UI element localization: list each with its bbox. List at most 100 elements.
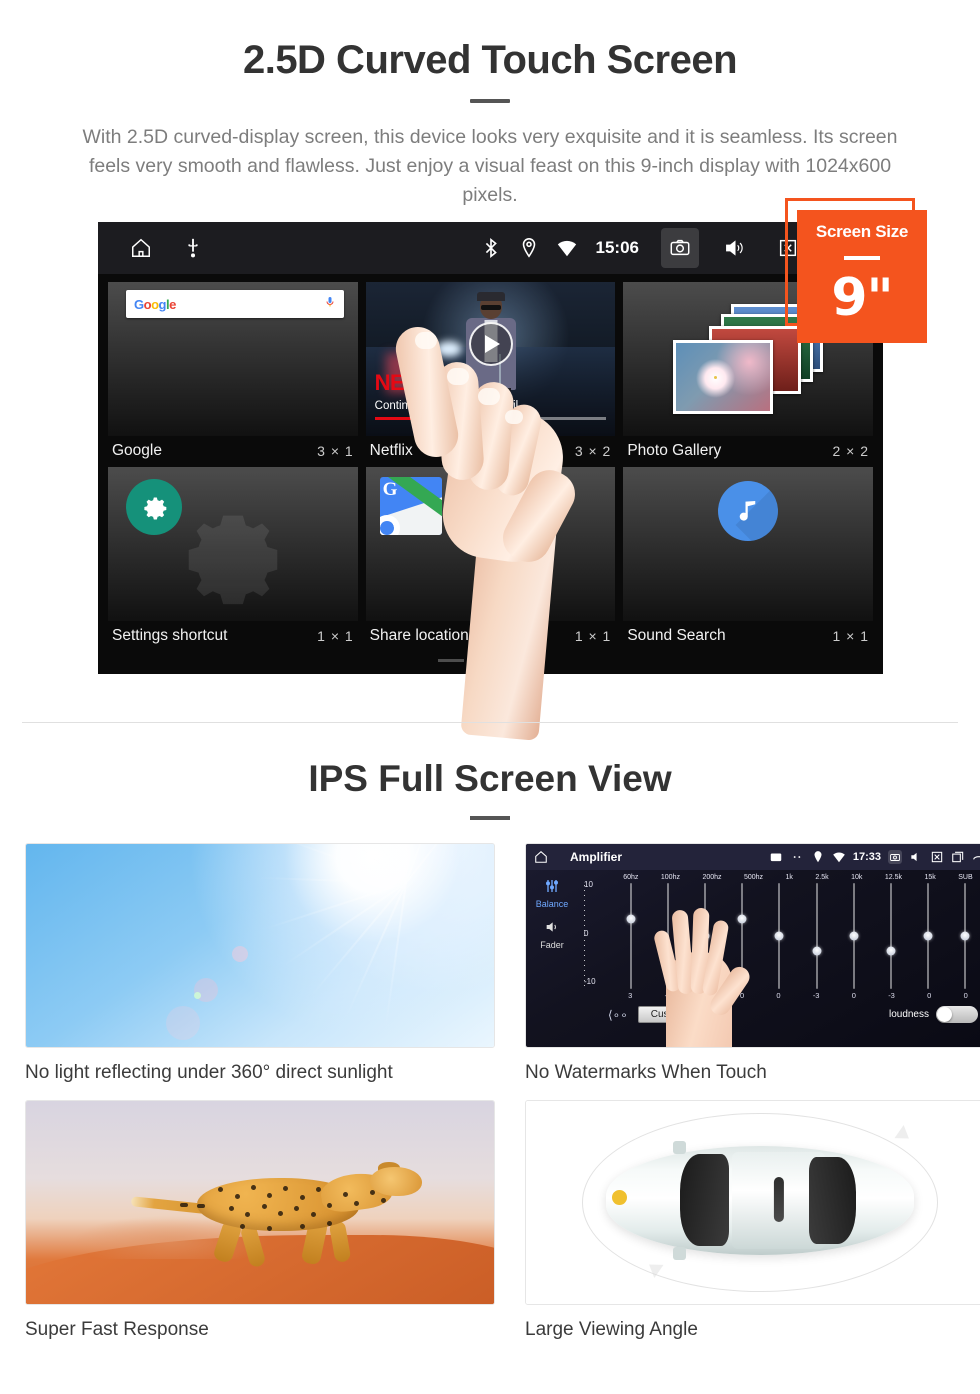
car-top-view-image [525,1100,980,1305]
badge-divider [844,256,880,260]
camera-icon[interactable] [661,228,699,268]
amplifier-title: Amplifier [570,850,623,864]
preset-button[interactable]: Custom [637,1006,699,1023]
widget-netflix[interactable]: NETFLIX Continue Marvel's Daredevil Netf… [365,282,616,467]
page-dot[interactable] [477,659,504,662]
car-body [605,1141,915,1260]
eq-slider[interactable] [663,883,673,989]
gallery-icon [769,850,783,864]
band-label: 1k [785,874,793,881]
eq-slider[interactable] [812,883,822,989]
axis-min: -10 [584,977,596,986]
rear-window [809,1156,856,1245]
balance-button[interactable]: Balance [535,878,569,909]
eq-slider[interactable] [960,883,970,989]
home-icon[interactable] [130,237,152,259]
sun-rays [256,844,494,1032]
band-label: 200hz [702,874,722,881]
android-screen-preview: 15:06 Google Google 3 × 1 NETFLIX Contin… [98,222,883,674]
widget-size: 3 × 1 [317,443,354,459]
eq-slider[interactable] [923,883,933,989]
recents-icon[interactable] [951,850,965,864]
microphone-icon [324,295,336,314]
eq-slider[interactable] [737,883,747,989]
band-value: 3 [628,991,633,1000]
sunroof [773,1177,784,1222]
windshield [679,1154,730,1247]
volume-icon[interactable] [909,850,923,864]
widget-sound-search[interactable]: Sound Search 1 × 1 [623,467,874,652]
feature-caption: Large Viewing Angle [525,1319,698,1340]
status-bar-left [98,237,204,259]
equalizer-panel: 60hz 100hz 200hz 500hz 1k 2.5k 10k 12.5k… [578,870,980,1047]
widget-name: Settings shortcut [112,627,228,644]
page-dot[interactable] [437,659,464,662]
section2-underline [470,816,510,820]
close-box-icon[interactable] [930,850,944,864]
cheetah-spots [148,1158,419,1272]
amplifier-equalizer-image: Amplifier 17:33 Balance Fader 60hz 100hz… [525,843,980,1048]
netflix-progress-bar [374,417,607,420]
band-value: 0 [963,991,968,1000]
widget-row-2: Settings shortcut 1 × 1 G Share location… [104,467,877,652]
feature-caption: No light reflecting under 360° direct su… [25,1062,393,1083]
netflix-subtitle: Continue Marvel's Daredevil [374,400,519,412]
fader-button[interactable]: Fader [540,919,564,950]
widget-name: Photo Gallery [627,442,722,459]
screen-edge [491,670,513,700]
google-logo: Google [134,296,176,312]
product-feature-page: 2.5D Curved Touch Screen With 2.5D curve… [0,0,980,1394]
netflix-widget: NETFLIX Continue Marvel's Daredevil [365,282,616,436]
widget-label: Photo Gallery 2 × 2 [623,436,873,466]
page-dot-active[interactable] [517,659,544,662]
balance-label: Balance [535,899,569,909]
camera-icon[interactable] [888,850,902,864]
page-title: 2.5D Curved Touch Screen [242,38,738,82]
eq-slider[interactable] [700,883,710,989]
share-location-widget: G [365,467,616,621]
band-value: -4 [664,991,672,1000]
amplifier-footer: ⟨∘∘ Custom loudness [578,1006,980,1023]
eq-slider[interactable] [886,883,896,989]
band-label: 2.5k [815,874,829,881]
amplifier-ui: Amplifier 17:33 Balance Fader 60hz 100hz… [526,844,980,1047]
eq-slider[interactable] [774,883,784,989]
google-maps-icon: G [379,477,442,535]
amplifier-time: 17:33 [852,851,881,863]
feature-card-viewing-angle: Large Viewing Angle [525,1100,980,1341]
widget-share-location[interactable]: G Share location 1 × 1 [365,467,616,652]
play-icon[interactable] [468,321,513,366]
band-value: 0 [776,991,781,1000]
volume-icon[interactable] [715,228,753,268]
wifi-icon [556,237,578,259]
widget-label: Netflix 3 × 2 [366,436,616,466]
page-indicator [437,659,544,662]
axis-max: 10 [584,880,593,889]
widget-name: Share location [369,627,469,644]
loudness-label: loudness [888,1009,929,1020]
widget-settings-shortcut[interactable]: Settings shortcut 1 × 1 [108,467,358,652]
feature-caption: Super Fast Response [25,1319,209,1340]
home-icon[interactable] [534,850,548,864]
loudness-toggle[interactable] [936,1006,978,1023]
widget-google[interactable]: Google Google 3 × 1 [108,282,358,467]
wifi-icon [832,850,846,864]
headlight [611,1189,628,1205]
band-value: 0 [851,991,856,1000]
back-chevron-icon[interactable]: ⟨∘∘ [608,1008,628,1022]
eq-slider[interactable] [626,883,636,989]
back-icon[interactable] [972,850,980,864]
amplifier-bar-right: 17:33 [769,850,980,864]
usb-icon [182,237,204,259]
band-label: 15k [924,874,936,881]
widget-label: Sound Search 1 × 1 [623,621,873,651]
band-value: -3 [812,991,820,1000]
widget-label: Share location 1 × 1 [366,621,616,651]
widget-size: 1 × 1 [574,628,612,644]
eq-slider[interactable] [849,883,859,989]
band-value: -3 [888,991,895,1000]
screen-size-badge: Screen Size 9" [797,210,927,343]
cheetah [131,1158,422,1272]
google-search-bar: Google [126,290,344,318]
bluetooth-icon [480,237,502,259]
